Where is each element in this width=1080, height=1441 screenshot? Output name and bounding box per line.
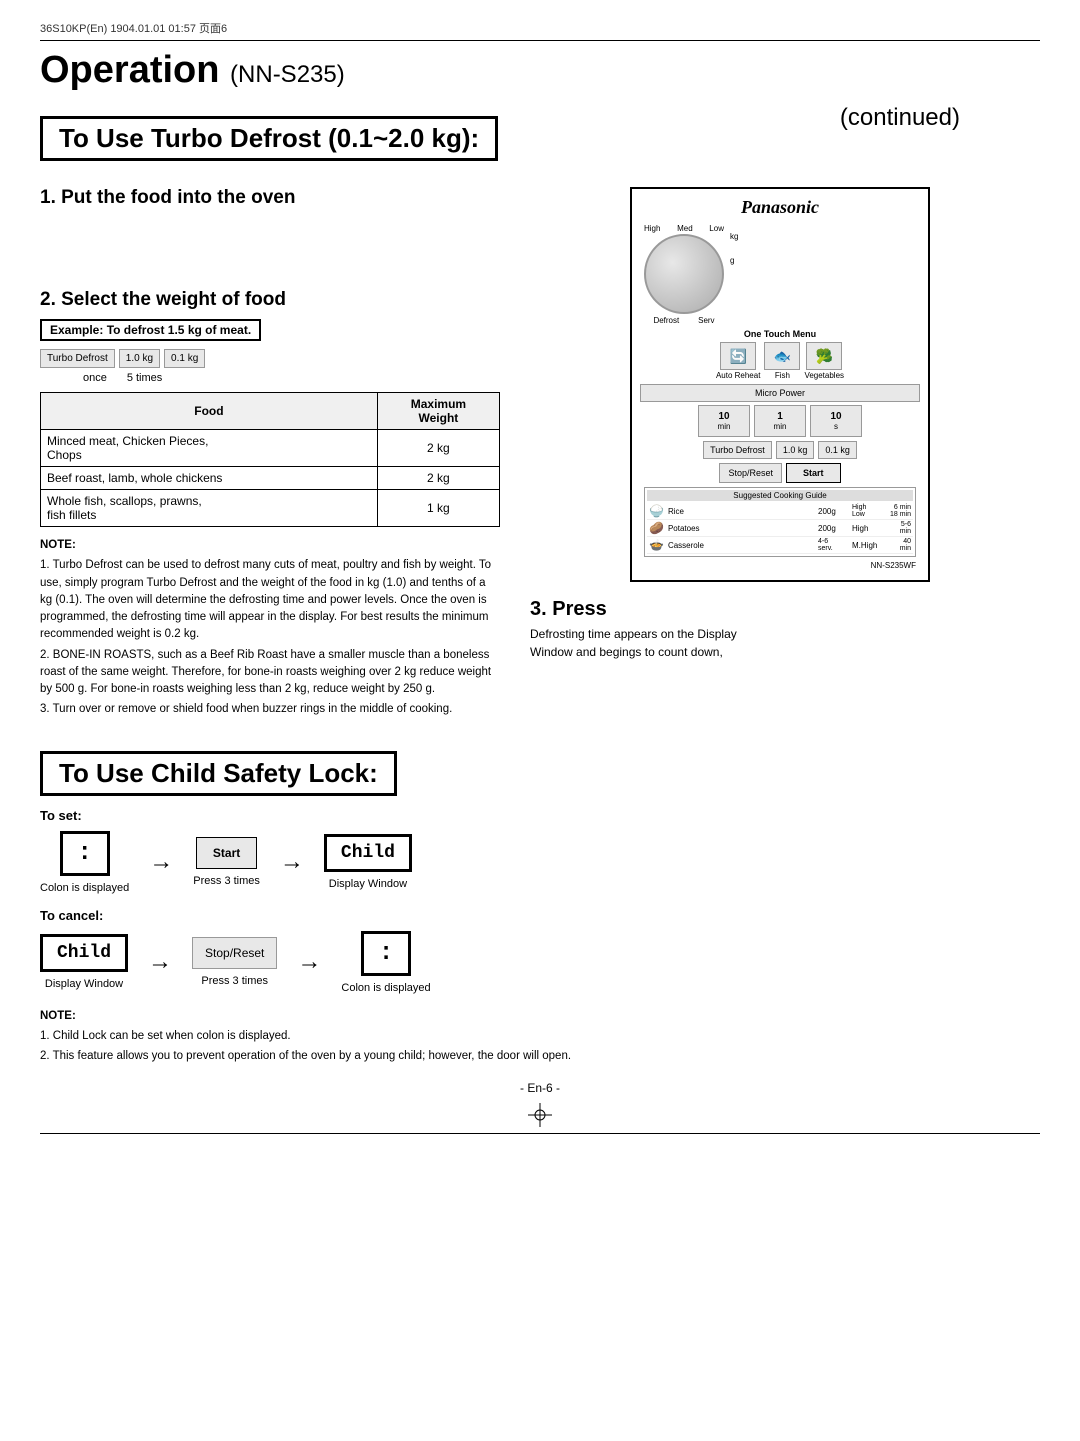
auto-reheat-btn[interactable]: 🔄 <box>720 342 756 370</box>
stop-reset-btn[interactable]: Stop/Reset <box>719 463 782 483</box>
turbo-notes: NOTE: 1. Turbo Defrost can be used to de… <box>40 537 500 719</box>
weight-col-header: Maximum Weight <box>377 393 499 430</box>
page-number: - En-6 - <box>40 1081 1040 1095</box>
guide-row-potatoes: 🥔 Potatoes 200g High 5-6 min <box>647 520 913 537</box>
title-continued: (continued) <box>840 104 960 132</box>
child-notes: NOTE: 1. Child Lock can be set when colo… <box>40 1008 1040 1066</box>
guide-row-rice: 🍚 Rice 200g High Low 6 min 18 min <box>647 503 913 520</box>
fish-btn[interactable]: 🐟 <box>764 342 800 370</box>
child-cancel-item-colon: : Colon is displayed <box>341 931 430 994</box>
child-cancel-demo: Child Display Window → Stop/Reset Press … <box>40 931 1040 994</box>
child-set-item-start: Start Press 3 times <box>193 837 260 887</box>
btn-10s[interactable]: 10 s <box>810 405 862 437</box>
food-col-header: Food <box>41 393 378 430</box>
step2-area: 2. Select the weight of food Example: To… <box>40 289 500 527</box>
note-item-2: 2. BONE-IN ROASTS, such as a Beef Rib Ro… <box>40 649 491 696</box>
child-note-2: 2. This feature allows you to prevent op… <box>40 1050 571 1062</box>
btn-10min[interactable]: 10 min <box>698 405 750 437</box>
microwave-panel: Panasonic HighMedLow DefrostServ kg g <box>630 187 930 582</box>
table-row: Whole fish, scallops, prawns, fish fille… <box>41 490 500 527</box>
to-set-label: To set: <box>40 808 1040 823</box>
note-item-3: 3. Turn over or remove or shield food wh… <box>40 703 452 715</box>
panasonic-logo: Panasonic <box>640 197 920 218</box>
child-cancel-item-display: Child Display Window <box>40 934 128 990</box>
step3-desc1: Defrosting time appears on the Display <box>530 625 1040 643</box>
stop-btn-child[interactable]: Stop/Reset <box>192 937 277 969</box>
turbo-defrost-row: Turbo Defrost 1.0 kg 0.1 kg <box>640 441 920 459</box>
five-times-label: 5 times <box>127 372 162 384</box>
01kg-btn-mini[interactable]: 0.1 kg <box>164 349 205 368</box>
cooking-guide-title: Suggested Cooking Guide <box>647 490 913 501</box>
turbo-defrost-btn-mini[interactable]: Turbo Defrost <box>40 349 115 368</box>
turbo-section-heading: To Use Turbo Defrost (0.1~2.0 kg): <box>40 116 498 161</box>
child-set-demo: : Colon is displayed → Start Press 3 tim… <box>40 831 1040 894</box>
right-col: Panasonic HighMedLow DefrostServ kg g <box>520 187 1040 733</box>
stop-start-row: Stop/Reset Start <box>640 463 920 483</box>
arrow-right-2: → <box>280 848 304 876</box>
step3-area: 3. Press Defrosting time appears on the … <box>520 598 1040 661</box>
note-item-1: 1. Turbo Defrost can be used to defrost … <box>40 559 491 640</box>
arrow-right-3: → <box>148 948 172 976</box>
child-set-item-colon: : Colon is displayed <box>40 831 129 894</box>
child-note-1: 1. Child Lock can be set when colon is d… <box>40 1030 291 1042</box>
arrow-right-4: → <box>297 948 321 976</box>
model-number: NN-S235WF <box>640 559 920 572</box>
step1-heading: 1. Put the food into the oven <box>40 187 500 209</box>
guide-row-casserole: 🍲 Casserole 4-6 serv. M.High 40 min <box>647 537 913 554</box>
step3-label: 3. Press <box>530 598 1040 621</box>
main-title: Operation (NN-S235) <box>40 49 345 91</box>
one-touch-label: One Touch Menu <box>640 329 920 339</box>
table-row: Minced meat, Chicken Pieces, Chops 2 kg <box>41 430 500 467</box>
step2-heading: 2. Select the weight of food <box>40 289 500 311</box>
child-section-heading: To Use Child Safety Lock: <box>40 751 397 796</box>
turbo-defrost-btn[interactable]: Turbo Defrost <box>703 441 772 459</box>
power-dial[interactable] <box>644 234 724 314</box>
bottom-crosshair <box>40 1103 1040 1127</box>
example-box: Example: To defrost 1.5 kg of meat. <box>40 319 261 341</box>
header-meta-text: 36S10KP(En) 1904.01.01 01:57 页面6 <box>40 20 227 36</box>
child-set-item-display: Child Display Window <box>324 834 412 890</box>
child-display-box-cancel: Child <box>40 934 128 972</box>
press-times-area: Turbo Defrost 1.0 kg 0.1 kg once 5 times <box>40 349 500 384</box>
title-model: (NN-S235) <box>230 61 345 88</box>
title-operation: Operation <box>40 49 219 91</box>
start-btn-child[interactable]: Start <box>196 837 257 869</box>
child-cancel-item-stop: Stop/Reset Press 3 times <box>192 937 277 987</box>
child-notes-title: NOTE: <box>40 1008 1040 1025</box>
1kg-btn-mini[interactable]: 1.0 kg <box>119 349 160 368</box>
btn-1kg[interactable]: 1.0 kg <box>776 441 815 459</box>
colon-display-cancel: : <box>361 931 411 976</box>
food-table: Food Maximum Weight Minced meat, Chicken… <box>40 392 500 527</box>
micro-power-btn[interactable]: Micro Power <box>640 384 920 402</box>
cooking-guide: Suggested Cooking Guide 🍚 Rice 200g High… <box>644 487 916 557</box>
step3-desc2: Window and begings to count down, <box>530 643 1040 661</box>
to-cancel-label: To cancel: <box>40 908 1040 923</box>
vegetables-btn[interactable]: 🥦 <box>806 342 842 370</box>
one-touch-row: 🔄 Auto Reheat 🐟 Fish 🥦 Vegetables <box>640 342 920 380</box>
child-display-box-set: Child <box>324 834 412 872</box>
num-buttons-row: 10 min 1 min 10 s <box>640 405 920 437</box>
header-meta: 36S10KP(En) 1904.01.01 01:57 页面6 <box>40 20 1040 41</box>
colon-display-box: : <box>60 831 110 876</box>
arrow-right-1: → <box>149 848 173 876</box>
notes-title: NOTE: <box>40 537 500 554</box>
start-btn[interactable]: Start <box>786 463 841 483</box>
btn-1min[interactable]: 1 min <box>754 405 806 437</box>
once-label: once <box>83 372 107 384</box>
table-row: Beef roast, lamb, whole chickens 2 kg <box>41 467 500 490</box>
bottom-border <box>40 1133 1040 1134</box>
btn-01kg[interactable]: 0.1 kg <box>818 441 857 459</box>
step1-area: 1. Put the food into the oven <box>40 187 500 209</box>
